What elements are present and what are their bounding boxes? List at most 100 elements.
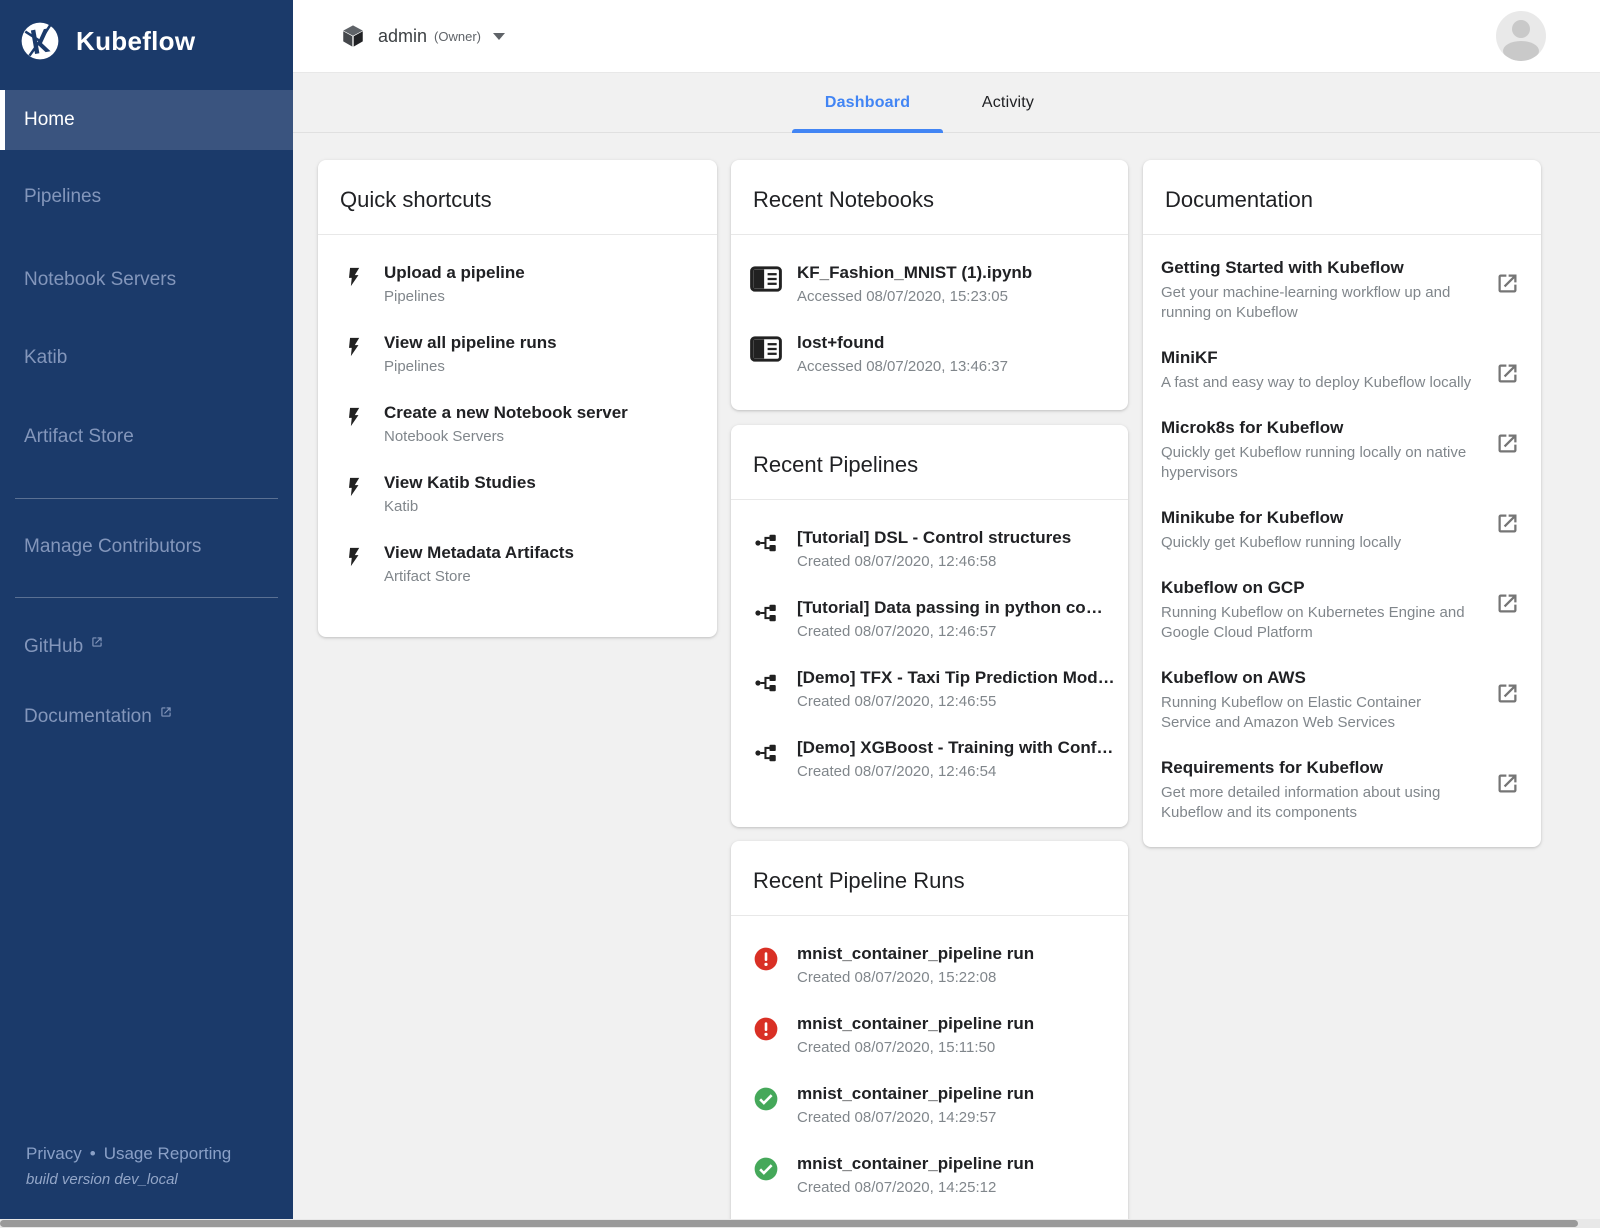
- horizontal-scrollbar[interactable]: [0, 1219, 1600, 1228]
- footer-separator: •: [90, 1144, 96, 1163]
- pipeline-item[interactable]: [Demo] XGBoost - Training with Confusi..…: [731, 725, 1128, 795]
- open-in-new-icon: [1494, 360, 1521, 387]
- pipeline-run-item[interactable]: mnist_container_pipeline run Created 08/…: [731, 1001, 1128, 1071]
- run-title: mnist_container_pipeline run: [797, 1152, 1034, 1176]
- doc-title: Requirements for Kubeflow: [1161, 756, 1486, 780]
- external-link-icon: [159, 705, 173, 719]
- doc-desc: A fast and easy way to deploy Kubeflow l…: [1161, 373, 1473, 393]
- pipeline-meta: Created 08/07/2020, 12:46:58: [797, 551, 1071, 573]
- doc-desc: Get more detailed information about usin…: [1161, 783, 1473, 823]
- shortcut-view-katib-studies[interactable]: View Katib Studies Katib: [318, 460, 717, 530]
- run-success-icon: [749, 1156, 783, 1182]
- pipeline-item[interactable]: [Demo] TFX - Taxi Tip Prediction Model .…: [731, 655, 1128, 725]
- notebook-item[interactable]: KF_Fashion_MNIST (1).ipynb Accessed 08/0…: [731, 250, 1128, 320]
- sidebar-item-label: Manage Contributors: [24, 536, 201, 558]
- dropdown-caret-icon: [493, 33, 505, 40]
- notebook-item[interactable]: lost+found Accessed 08/07/2020, 13:46:37: [731, 320, 1128, 390]
- avatar-body: [1503, 41, 1539, 61]
- pipeline-item[interactable]: [Tutorial] DSL - Control structures Crea…: [731, 515, 1128, 585]
- sidebar-item-label: Notebook Servers: [24, 269, 176, 291]
- bolt-icon: [336, 265, 370, 289]
- sidebar-item-label: Documentation: [24, 706, 152, 728]
- doc-link-minikf[interactable]: MiniKF A fast and easy way to deploy Kub…: [1143, 333, 1541, 403]
- pipeline-run-item[interactable]: mnist_container_pipeline run Created 08/…: [731, 931, 1128, 1001]
- run-title: mnist_container_pipeline run: [797, 1012, 1034, 1036]
- namespace-role: (Owner): [434, 29, 481, 44]
- pipeline-title: [Tutorial] DSL - Control structures: [797, 526, 1071, 550]
- namespace-cube-icon: [340, 23, 366, 49]
- run-meta: Created 08/07/2020, 14:29:57: [797, 1107, 1034, 1129]
- notebook-meta: Accessed 08/07/2020, 15:23:05: [797, 286, 1032, 308]
- app-title: Kubeflow: [76, 26, 195, 57]
- open-in-new-icon: [1494, 430, 1521, 457]
- pipeline-run-item[interactable]: mnist_container_pipeline run Created 08/…: [731, 1141, 1128, 1211]
- doc-desc: Running Kubeflow on Elastic Container Se…: [1161, 693, 1473, 733]
- shortcut-subtitle: Pipelines: [384, 286, 525, 308]
- sidebar-item-manage-contributors[interactable]: Manage Contributors: [0, 517, 293, 577]
- notebook-icon: [749, 335, 783, 363]
- recent-pipelines-card: Recent Pipelines [Tutorial] DSL - Contro…: [731, 425, 1128, 827]
- avatar-head: [1512, 20, 1530, 38]
- notebook-title: lost+found: [797, 331, 1008, 355]
- pipeline-meta: Created 08/07/2020, 12:46:55: [797, 691, 1117, 713]
- sidebar-item-artifact-store[interactable]: Artifact Store: [0, 407, 293, 467]
- shortcut-title: Create a new Notebook server: [384, 401, 628, 425]
- doc-link-aws[interactable]: Kubeflow on AWS Running Kubeflow on Elas…: [1143, 653, 1541, 743]
- doc-title: Getting Started with Kubeflow: [1161, 256, 1486, 280]
- notebook-meta: Accessed 08/07/2020, 13:46:37: [797, 356, 1008, 378]
- pipeline-meta: Created 08/07/2020, 12:46:57: [797, 621, 1117, 643]
- pipeline-run-item[interactable]: mnist_container_pipeline run Created 08/…: [731, 1071, 1128, 1141]
- doc-title: MiniKF: [1161, 346, 1486, 370]
- privacy-link[interactable]: Privacy: [26, 1144, 82, 1163]
- doc-desc: Quickly get Kubeflow running locally: [1161, 533, 1473, 553]
- card-title: Recent Pipelines: [731, 425, 1128, 500]
- doc-link-gcp[interactable]: Kubeflow on GCP Running Kubeflow on Kube…: [1143, 563, 1541, 653]
- logo[interactable]: Kubeflow: [0, 0, 293, 62]
- sidebar-item-label: Home: [24, 109, 75, 131]
- documentation-card: Documentation Getting Started with Kubef…: [1143, 160, 1541, 847]
- pipeline-graph-icon: [749, 530, 783, 556]
- shortcut-upload-pipeline[interactable]: Upload a pipeline Pipelines: [318, 250, 717, 320]
- pipeline-title: [Tutorial] Data passing in python comp..…: [797, 596, 1117, 620]
- sidebar-divider: [15, 498, 278, 499]
- run-title: mnist_container_pipeline run: [797, 1082, 1034, 1106]
- shortcut-view-metadata-artifacts[interactable]: View Metadata Artifacts Artifact Store: [318, 530, 717, 600]
- shortcut-subtitle: Artifact Store: [384, 566, 574, 588]
- card-title: Recent Notebooks: [731, 160, 1128, 235]
- tab-dashboard[interactable]: Dashboard: [792, 73, 943, 133]
- tab-activity[interactable]: Activity: [953, 73, 1063, 133]
- shortcut-create-notebook-server[interactable]: Create a new Notebook server Notebook Se…: [318, 390, 717, 460]
- pipeline-graph-icon: [749, 600, 783, 626]
- run-meta: Created 08/07/2020, 15:11:50: [797, 1037, 1034, 1059]
- run-meta: Created 08/07/2020, 14:25:12: [797, 1177, 1034, 1199]
- user-avatar[interactable]: [1496, 11, 1546, 61]
- card-title: Recent Pipeline Runs: [731, 841, 1128, 916]
- shortcut-view-pipeline-runs[interactable]: View all pipeline runs Pipelines: [318, 320, 717, 390]
- sidebar-item-label: GitHub: [24, 636, 83, 658]
- kubeflow-dashboard: Kubeflow Home Pipelines Notebook Servers…: [0, 0, 1600, 1228]
- sidebar-item-github[interactable]: GitHub: [0, 617, 293, 677]
- open-in-new-icon: [1494, 590, 1521, 617]
- doc-link-minikube[interactable]: Minikube for Kubeflow Quickly get Kubefl…: [1143, 493, 1541, 563]
- sidebar-item-notebook-servers[interactable]: Notebook Servers: [0, 250, 293, 310]
- shortcut-subtitle: Katib: [384, 496, 536, 518]
- doc-link-getting-started[interactable]: Getting Started with Kubeflow Get your m…: [1143, 243, 1541, 333]
- sidebar-item-home[interactable]: Home: [0, 90, 293, 150]
- namespace-selector[interactable]: admin (Owner): [340, 23, 505, 49]
- pipeline-title: [Demo] XGBoost - Training with Confusi..…: [797, 736, 1117, 760]
- sidebar-item-pipelines[interactable]: Pipelines: [0, 167, 293, 227]
- external-link-icon: [90, 635, 104, 649]
- scrollbar-thumb[interactable]: [0, 1220, 1578, 1227]
- doc-link-requirements[interactable]: Requirements for Kubeflow Get more detai…: [1143, 743, 1541, 833]
- doc-desc: Quickly get Kubeflow running locally on …: [1161, 443, 1473, 483]
- shortcut-subtitle: Pipelines: [384, 356, 557, 378]
- usage-reporting-link[interactable]: Usage Reporting: [104, 1144, 232, 1163]
- notebook-title: KF_Fashion_MNIST (1).ipynb: [797, 261, 1032, 285]
- doc-link-microk8s[interactable]: Microk8s for Kubeflow Quickly get Kubefl…: [1143, 403, 1541, 493]
- sidebar-footer: Privacy•Usage Reporting build version de…: [26, 1144, 231, 1188]
- tab-label: Dashboard: [825, 94, 910, 112]
- sidebar-item-katib[interactable]: Katib: [0, 328, 293, 388]
- pipeline-item[interactable]: [Tutorial] Data passing in python comp..…: [731, 585, 1128, 655]
- tab-bar: Dashboard Activity: [293, 73, 1600, 133]
- sidebar-item-documentation[interactable]: Documentation: [0, 687, 293, 747]
